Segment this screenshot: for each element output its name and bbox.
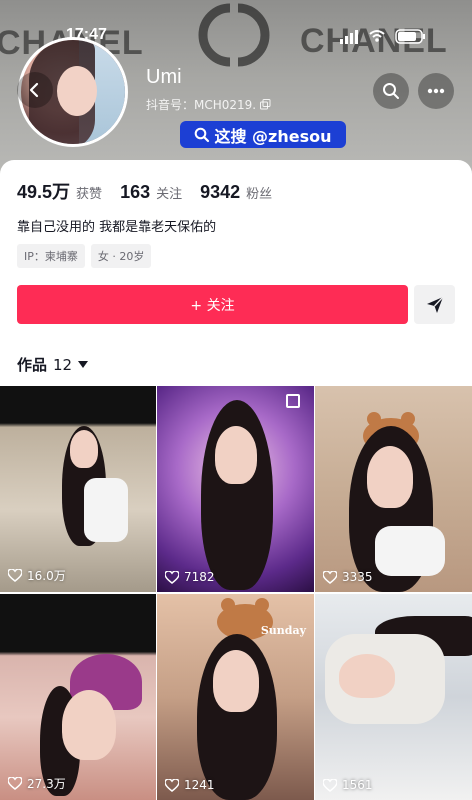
avatar-face (57, 66, 97, 116)
video-tile[interactable]: 27.3万 (0, 594, 156, 800)
video-likes: 1241 (165, 778, 215, 792)
heart-icon (8, 777, 22, 790)
thumb-figure-face (215, 426, 257, 484)
tab-works[interactable]: 作品 12 (17, 354, 89, 375)
copy-icon[interactable] (260, 99, 271, 110)
promo-badge: 这搜 @zhesou (180, 121, 346, 148)
video-tile[interactable]: 3335 (315, 386, 472, 592)
profile-banner: CHANEL CHANEL 17:47 Umi 抖音号：MCH0219. (0, 0, 472, 175)
cc-logo-icon (198, 3, 270, 67)
thumb-figure-face (367, 446, 413, 508)
more-button[interactable] (418, 73, 454, 109)
stat-label: 粉丝 (246, 187, 273, 202)
video-tile[interactable]: 16.0万 (0, 386, 156, 592)
video-tile[interactable]: Sunday 1241 (157, 594, 314, 800)
follow-button[interactable]: + 关注 (17, 285, 408, 324)
search-icon (195, 127, 210, 142)
thumb-figure-skin (339, 654, 395, 698)
video-likes-count: 7182 (184, 570, 215, 584)
bio-text: 靠自己没用的 我都是靠老天保佑的 (17, 220, 217, 235)
video-likes: 16.0万 (8, 567, 66, 584)
stat-value: 163 (120, 182, 151, 202)
heart-icon (323, 570, 337, 584)
stat-value: 49.5万 (17, 182, 71, 202)
search-button[interactable] (373, 73, 409, 109)
douyin-id: 抖音号：MCH0219. (146, 96, 271, 113)
back-button[interactable] (17, 72, 53, 108)
profile-card: 49.5万 获赞 163 关注 9342 粉丝 靠自己没用的 我都是靠老天保佑的… (0, 160, 472, 800)
stat-label: 获赞 (76, 187, 103, 202)
thumb-figure-top (84, 478, 128, 542)
back-icon (29, 82, 39, 98)
stat-value: 9342 (200, 182, 241, 202)
heart-icon (8, 569, 22, 582)
promo-text: 这搜 @zhesou (214, 126, 332, 146)
thumb-figure-face (213, 650, 259, 712)
video-likes: 7182 (165, 570, 215, 584)
video-likes: 3335 (323, 570, 373, 584)
dropdown-icon (78, 360, 89, 368)
share-button[interactable] (414, 285, 455, 324)
video-likes-count: 3335 (342, 570, 373, 584)
stat-label: 关注 (156, 187, 183, 202)
stat-followers[interactable]: 9342 粉丝 (200, 182, 272, 203)
works-count: 12 (53, 355, 73, 374)
video-likes-count: 27.3万 (27, 777, 66, 791)
stat-following[interactable]: 163 关注 (120, 182, 182, 203)
stat-likes[interactable]: 49.5万 获赞 (17, 178, 102, 204)
search-icon (383, 83, 399, 99)
douyin-id-text: 抖音号：MCH0219. (146, 98, 257, 112)
video-likes: 27.3万 (8, 775, 66, 792)
tag-ip: IP：柬埔寨 (17, 244, 85, 268)
stats-row: 49.5万 获赞 163 关注 9342 粉丝 (17, 178, 290, 204)
thumb-figure-top (375, 526, 445, 576)
video-grid: 16.0万 7182 3335 27.3万 Sunday 1241 1561 (0, 386, 472, 800)
video-likes: 1561 (323, 778, 373, 792)
video-likes-count: 16.0万 (27, 569, 66, 583)
pinned-icon (286, 394, 300, 408)
video-likes-count: 1561 (342, 778, 373, 792)
heart-icon (165, 778, 179, 792)
thumb-figure-face (70, 430, 98, 468)
more-icon (427, 88, 445, 94)
username: Umi (146, 66, 182, 88)
thumb-figure-face (62, 690, 116, 760)
status-icons (340, 29, 425, 44)
works-label: 作品 (17, 356, 48, 374)
video-likes-count: 1241 (184, 778, 215, 792)
tag-gender-age: 女 · 20岁 (90, 244, 152, 268)
sunday-sticker: Sunday (260, 624, 306, 637)
video-tile[interactable]: 1561 (315, 594, 472, 800)
profile-tags: IP：柬埔寨 女 · 20岁 (17, 244, 152, 268)
video-tile[interactable]: 7182 (157, 386, 314, 592)
heart-icon (165, 570, 179, 584)
share-icon (426, 296, 443, 313)
heart-icon (323, 778, 337, 792)
